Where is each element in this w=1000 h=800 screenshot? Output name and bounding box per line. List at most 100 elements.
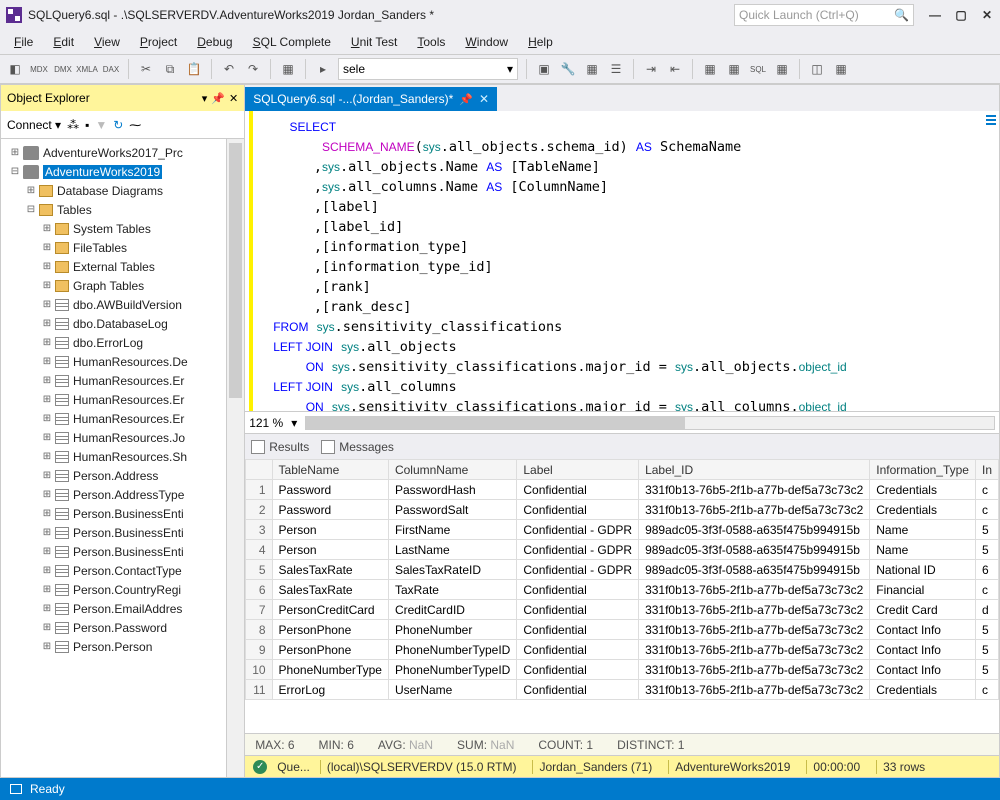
table-row[interactable]: 6SalesTaxRateTaxRateConfidential331f0b13…: [246, 580, 999, 600]
tree-node[interactable]: ⊞Person.CountryRegi: [3, 580, 242, 599]
menu-edit[interactable]: Edit: [45, 33, 82, 51]
toolbar-icon[interactable]: MDX: [30, 60, 48, 78]
toolbar-icon[interactable]: SQL: [749, 60, 767, 78]
sql-editor[interactable]: SELECT SCHEMA_NAME(sys.all_objects.schem…: [245, 111, 999, 411]
tree-node[interactable]: ⊞Person.BusinessEnti: [3, 504, 242, 523]
expand-toggle[interactable]: ⊞: [41, 470, 53, 481]
tree-node[interactable]: ⊞Database Diagrams: [3, 181, 242, 200]
results-grid[interactable]: TableNameColumnNameLabelLabel_IDInformat…: [245, 459, 999, 733]
toolbar-icon[interactable]: ▦: [832, 60, 850, 78]
minimize-button[interactable]: —: [928, 8, 942, 22]
menu-help[interactable]: Help: [520, 33, 561, 51]
table-row[interactable]: 5SalesTaxRateSalesTaxRateIDConfidential …: [246, 560, 999, 580]
tree-node[interactable]: ⊞Person.AddressType: [3, 485, 242, 504]
column-header[interactable]: Label: [517, 460, 639, 480]
table-row[interactable]: 3PersonFirstNameConfidential - GDPR989ad…: [246, 520, 999, 540]
menu-window[interactable]: Window: [457, 33, 516, 51]
quick-launch-input[interactable]: Quick Launch (Ctrl+Q) 🔍: [734, 4, 914, 26]
column-header[interactable]: [246, 460, 272, 480]
expand-toggle[interactable]: ⊞: [41, 413, 53, 424]
toolbar-icon[interactable]: 🔧: [559, 60, 577, 78]
toolbar-icon[interactable]: ▣: [535, 60, 553, 78]
toolbar-icon[interactable]: ◫: [808, 60, 826, 78]
toolbar-icon[interactable]: ◧: [6, 60, 24, 78]
table-row[interactable]: 9PersonPhonePhoneNumberTypeIDConfidentia…: [246, 640, 999, 660]
tree-node[interactable]: ⊞Person.Password: [3, 618, 242, 637]
sql-text[interactable]: SELECT SCHEMA_NAME(sys.all_objects.schem…: [263, 111, 999, 411]
tree-node[interactable]: ⊟Tables: [3, 200, 242, 219]
horizontal-scrollbar[interactable]: [305, 416, 995, 430]
column-header[interactable]: Information_Type: [870, 460, 976, 480]
expand-toggle[interactable]: ⊞: [41, 261, 53, 272]
redo-icon[interactable]: ↷: [244, 60, 262, 78]
tree-node[interactable]: ⊞Person.ContactType: [3, 561, 242, 580]
cut-icon[interactable]: ✂: [137, 60, 155, 78]
expand-toggle[interactable]: ⊞: [41, 527, 53, 538]
expand-toggle[interactable]: ⊞: [41, 280, 53, 291]
toolbar-icon[interactable]: ▦: [279, 60, 297, 78]
table-row[interactable]: 2PasswordPasswordSaltConfidential331f0b1…: [246, 500, 999, 520]
tree-node[interactable]: ⊞AdventureWorks2017_Prc: [3, 143, 242, 162]
expand-toggle[interactable]: ⊞: [41, 489, 53, 500]
expand-toggle[interactable]: ⊞: [25, 185, 37, 196]
toolbar-icon[interactable]: ▸: [314, 60, 332, 78]
toolbar-icon[interactable]: ⁓: [129, 118, 141, 132]
table-row[interactable]: 4PersonLastNameConfidential - GDPR989adc…: [246, 540, 999, 560]
table-row[interactable]: 7PersonCreditCardCreditCardIDConfidentia…: [246, 600, 999, 620]
toolbar-combo[interactable]: sele▾: [338, 58, 518, 80]
toolbar-icon[interactable]: ▪: [85, 118, 89, 132]
toolbar-icon[interactable]: ▦: [701, 60, 719, 78]
tree-node[interactable]: ⊞dbo.AWBuildVersion: [3, 295, 242, 314]
expand-toggle[interactable]: ⊞: [41, 299, 53, 310]
expand-toggle[interactable]: ⊞: [41, 318, 53, 329]
table-row[interactable]: 11ErrorLogUserNameConfidential331f0b13-7…: [246, 680, 999, 700]
expand-toggle[interactable]: ⊞: [9, 147, 21, 158]
refresh-icon[interactable]: ↻: [113, 118, 123, 132]
close-icon[interactable]: ✕: [479, 92, 489, 106]
tree-node[interactable]: ⊞dbo.ErrorLog: [3, 333, 242, 352]
tab-messages[interactable]: Messages: [321, 440, 394, 454]
toolbar-icon[interactable]: ⇤: [666, 60, 684, 78]
expand-toggle[interactable]: ⊞: [41, 432, 53, 443]
maximize-button[interactable]: ▢: [954, 8, 968, 22]
tree-node[interactable]: ⊞HumanResources.De: [3, 352, 242, 371]
expand-toggle[interactable]: ⊞: [41, 584, 53, 595]
close-icon[interactable]: ✕: [229, 92, 238, 105]
tree-node[interactable]: ⊟AdventureWorks2019: [3, 162, 242, 181]
toolbar-icon[interactable]: XMLA: [78, 60, 96, 78]
toolbar-icon[interactable]: ☰: [607, 60, 625, 78]
tree-node[interactable]: ⊞External Tables: [3, 257, 242, 276]
pin-icon[interactable]: 📌: [211, 92, 225, 105]
tree-node[interactable]: ⊞HumanResources.Er: [3, 371, 242, 390]
expand-toggle[interactable]: ⊞: [41, 565, 53, 576]
tab-results[interactable]: Results: [251, 440, 309, 454]
tree-node[interactable]: ⊞Person.Person: [3, 637, 242, 656]
expand-toggle[interactable]: ⊟: [25, 204, 37, 215]
expand-toggle[interactable]: ⊞: [41, 242, 53, 253]
expand-toggle[interactable]: ⊞: [41, 375, 53, 386]
tree-node[interactable]: ⊞HumanResources.Er: [3, 409, 242, 428]
tree-node[interactable]: ⊞dbo.DatabaseLog: [3, 314, 242, 333]
column-header[interactable]: TableName: [272, 460, 388, 480]
expand-toggle[interactable]: ⊞: [41, 603, 53, 614]
expand-toggle[interactable]: ⊞: [41, 223, 53, 234]
document-tab[interactable]: SQLQuery6.sql -...(Jordan_Sanders)* 📌 ✕: [245, 87, 497, 111]
column-header[interactable]: In: [975, 460, 998, 480]
expand-toggle[interactable]: ⊞: [41, 337, 53, 348]
table-row[interactable]: 10PhoneNumberTypePhoneNumberTypeIDConfid…: [246, 660, 999, 680]
expand-toggle[interactable]: ⊞: [41, 394, 53, 405]
object-tree[interactable]: ⊞AdventureWorks2017_Prc⊟AdventureWorks20…: [1, 139, 244, 777]
pin-icon[interactable]: 📌: [459, 93, 473, 106]
toolbar-icon[interactable]: ⁂: [67, 118, 79, 132]
tree-node[interactable]: ⊞FileTables: [3, 238, 242, 257]
undo-icon[interactable]: ↶: [220, 60, 238, 78]
expand-toggle[interactable]: ⊞: [41, 356, 53, 367]
expand-toggle[interactable]: ⊞: [41, 622, 53, 633]
toolbar-icon[interactable]: ⇥: [642, 60, 660, 78]
column-header[interactable]: Label_ID: [639, 460, 870, 480]
tree-node[interactable]: ⊞Person.Address: [3, 466, 242, 485]
tree-node[interactable]: ⊞Person.BusinessEnti: [3, 542, 242, 561]
filter-icon[interactable]: ▼: [95, 118, 107, 132]
menu-project[interactable]: Project: [132, 33, 185, 51]
tree-node[interactable]: ⊞System Tables: [3, 219, 242, 238]
